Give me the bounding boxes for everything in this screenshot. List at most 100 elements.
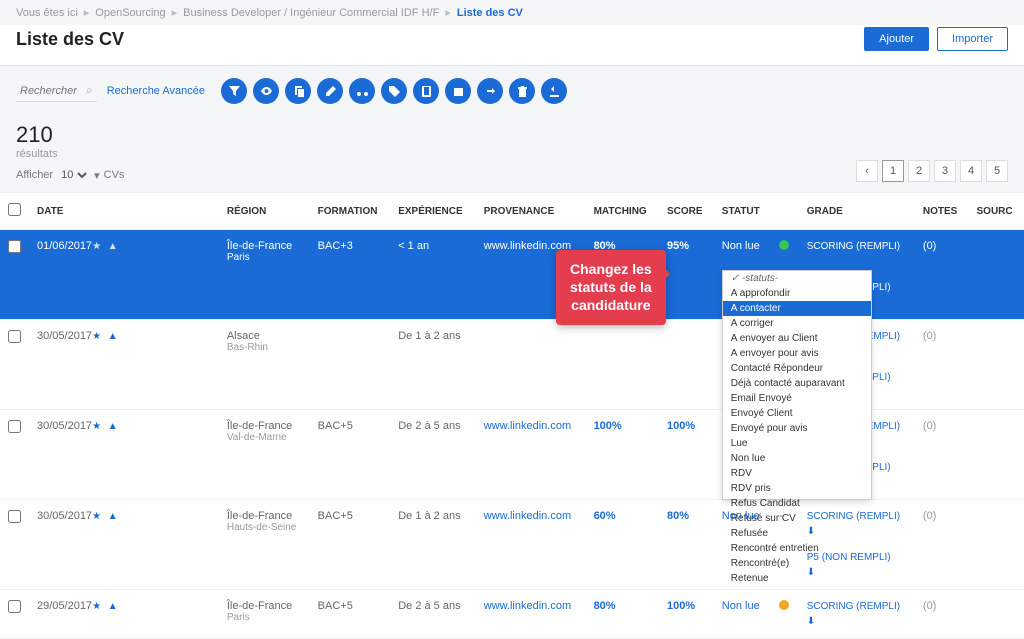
status-option[interactable]: Refusée bbox=[723, 526, 871, 541]
col-DATE[interactable]: DATE bbox=[29, 193, 134, 230]
page-1[interactable]: 1 bbox=[882, 160, 904, 182]
status-option[interactable]: Rencontré entretien bbox=[723, 541, 871, 556]
eye-icon[interactable] bbox=[253, 78, 279, 104]
cell-date: 30/05/2017★ ▲ bbox=[29, 320, 134, 410]
advanced-search-link[interactable]: Recherche Avancée bbox=[107, 85, 205, 97]
status-option[interactable]: A corriger bbox=[723, 316, 871, 331]
row-checkbox[interactable] bbox=[8, 420, 21, 433]
col-FORMATION[interactable]: FORMATION bbox=[310, 193, 391, 230]
pagination: ‹12345 bbox=[856, 160, 1008, 182]
import-button[interactable]: Importer bbox=[937, 27, 1008, 51]
cell-score: 80% bbox=[659, 500, 714, 590]
results-label: résultats bbox=[16, 148, 124, 160]
page-3[interactable]: 3 bbox=[934, 160, 956, 182]
status-option[interactable]: A approfondir bbox=[723, 286, 871, 301]
breadcrumb-item[interactable]: Business Developer / Ingénieur Commercia… bbox=[183, 7, 439, 19]
breadcrumb-sep: ▸ bbox=[84, 6, 90, 19]
page-size: Afficher 10 ▾ CVs bbox=[16, 168, 124, 182]
cell-date: 30/05/2017★ ▲ bbox=[29, 410, 134, 500]
cell-date: 30/05/2017★ ▲ bbox=[29, 500, 134, 590]
cell-matching bbox=[586, 320, 659, 410]
phone-icon[interactable] bbox=[413, 78, 439, 104]
page-4[interactable]: 4 bbox=[960, 160, 982, 182]
row-checkbox[interactable] bbox=[8, 600, 21, 613]
cell-source bbox=[969, 590, 1024, 639]
cell-score bbox=[659, 320, 714, 410]
status-option[interactable]: Envoyé Client bbox=[723, 406, 871, 421]
row-indicators-icon: ★ ▲ bbox=[92, 421, 120, 432]
search-icon[interactable]: ⌕ bbox=[86, 83, 93, 98]
page-5[interactable]: 5 bbox=[986, 160, 1008, 182]
breadcrumb: Vous êtes ici ▸ OpenSourcing ▸ Business … bbox=[0, 0, 1024, 25]
status-option[interactable]: A envoyer pour avis bbox=[723, 346, 871, 361]
col-NOTES[interactable]: NOTES bbox=[915, 193, 969, 230]
calendar-icon[interactable] bbox=[445, 78, 471, 104]
show-prefix: Afficher bbox=[16, 169, 53, 181]
callout-line: candidature bbox=[571, 297, 650, 313]
page-size-select[interactable]: 10 bbox=[57, 168, 90, 182]
table-row[interactable]: 29/05/2017★ ▲Île-de-FranceParisBAC+5De 2… bbox=[0, 590, 1024, 639]
col-PROVENANCE[interactable]: PROVENANCE bbox=[476, 193, 586, 230]
status-option[interactable]: Refus Candidat bbox=[723, 496, 871, 511]
row-checkbox[interactable] bbox=[8, 240, 21, 253]
col-EXPÉRIENCE[interactable]: EXPÉRIENCE bbox=[390, 193, 475, 230]
col-RÉGION[interactable]: RÉGION bbox=[219, 193, 310, 230]
download-icon[interactable]: ⬇ bbox=[807, 615, 907, 628]
status-dot-icon bbox=[779, 240, 789, 250]
page-title: Liste des CV bbox=[16, 29, 124, 50]
share-icon[interactable] bbox=[477, 78, 503, 104]
cell-name bbox=[134, 320, 219, 410]
status-option[interactable]: Rencontré(e) bbox=[723, 556, 871, 571]
edit-icon[interactable] bbox=[317, 78, 343, 104]
status-option[interactable]: Déjà contacté auparavant bbox=[723, 376, 871, 391]
status-option[interactable]: Refusé sur CV bbox=[723, 511, 871, 526]
col-blank[interactable] bbox=[134, 193, 219, 230]
col-blank[interactable] bbox=[771, 193, 799, 230]
copy-icon[interactable] bbox=[285, 78, 311, 104]
cell-provenance bbox=[476, 320, 586, 410]
cell-notes: (0) bbox=[915, 410, 969, 500]
breadcrumb-sep: ▸ bbox=[445, 6, 451, 19]
table-row[interactable]: 01/06/2017★ ▲Île-de-FranceParisBAC+3< 1 … bbox=[0, 230, 1024, 320]
status-option[interactable]: Non lue bbox=[723, 451, 871, 466]
page-‹[interactable]: ‹ bbox=[856, 160, 878, 182]
filter-icon[interactable] bbox=[221, 78, 247, 104]
status-dropdown[interactable]: -statuts-A approfondirA contacterA corri… bbox=[722, 270, 872, 500]
status-option[interactable]: Retenue bbox=[723, 571, 871, 586]
download-icon[interactable]: ⬇ bbox=[807, 255, 907, 268]
cell-notes: (0) bbox=[915, 230, 969, 320]
status-option[interactable]: A envoyer au Client bbox=[723, 331, 871, 346]
breadcrumb-item[interactable]: OpenSourcing bbox=[95, 7, 165, 19]
col-MATCHING[interactable]: MATCHING bbox=[586, 193, 659, 230]
status-option[interactable]: A contacter bbox=[723, 301, 871, 316]
status-option[interactable]: RDV pris bbox=[723, 481, 871, 496]
status-option[interactable]: Envoyé pour avis bbox=[723, 421, 871, 436]
cut-icon[interactable] bbox=[349, 78, 375, 104]
page-2[interactable]: 2 bbox=[908, 160, 930, 182]
status-option[interactable]: RDV bbox=[723, 466, 871, 481]
col-GRADE[interactable]: GRADE bbox=[799, 193, 915, 230]
add-button[interactable]: Ajouter bbox=[864, 27, 929, 51]
cell-score: 100% bbox=[659, 410, 714, 500]
status-option[interactable]: Contacté Répondeur bbox=[723, 361, 871, 376]
row-checkbox[interactable] bbox=[8, 510, 21, 523]
search-input[interactable] bbox=[20, 85, 80, 97]
download-icon[interactable] bbox=[541, 78, 567, 104]
cell-formation: BAC+3 bbox=[310, 230, 391, 320]
col-STATUT[interactable]: STATUT bbox=[714, 193, 771, 230]
cell-statut[interactable]: Non lue bbox=[714, 590, 771, 639]
cell-name bbox=[134, 410, 219, 500]
cell-statut[interactable]: Non lue-statuts-A approfondirA contacter… bbox=[714, 230, 771, 320]
col-SOURC[interactable]: SOURC bbox=[969, 193, 1024, 230]
row-checkbox[interactable] bbox=[8, 330, 21, 343]
status-option[interactable]: Email Envoyé bbox=[723, 391, 871, 406]
select-all-checkbox[interactable] bbox=[8, 203, 21, 216]
status-option[interactable]: Lue bbox=[723, 436, 871, 451]
cell-region: Île-de-FranceVal-de-Marne bbox=[219, 410, 310, 500]
toolbar: ⌕ Recherche Avancée bbox=[0, 66, 1024, 116]
tag-icon[interactable] bbox=[381, 78, 407, 104]
col-SCORE[interactable]: SCORE bbox=[659, 193, 714, 230]
cell-notes: (0) bbox=[915, 500, 969, 590]
row-indicators-icon: ★ ▲ bbox=[92, 241, 120, 252]
delete-icon[interactable] bbox=[509, 78, 535, 104]
